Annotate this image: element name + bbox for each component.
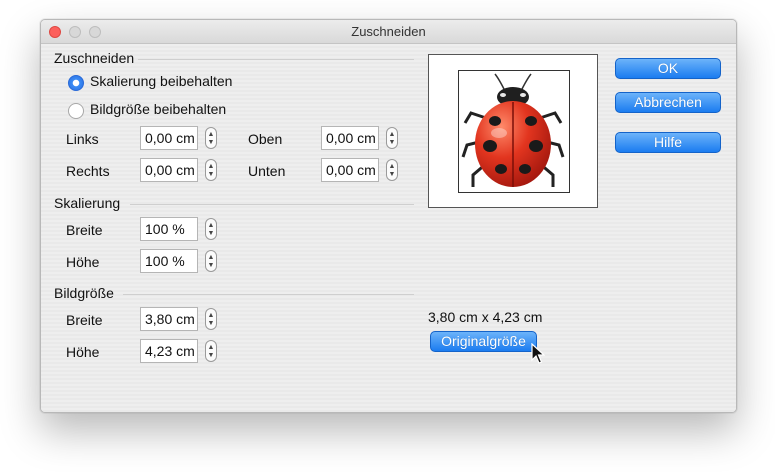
- scale-height-input[interactable]: 100 %: [140, 249, 198, 273]
- chevron-down-icon: ▼: [207, 139, 215, 146]
- chevron-up-icon: ▲: [207, 254, 215, 261]
- chevron-down-icon: ▼: [207, 320, 215, 327]
- chevron-down-icon: ▼: [207, 230, 215, 237]
- chevron-up-icon: ▲: [207, 163, 215, 170]
- left-label: Links: [66, 131, 99, 147]
- crop-frame: [458, 70, 570, 193]
- ladybug-image: [461, 73, 565, 187]
- chevron-down-icon: ▼: [388, 171, 396, 178]
- scale-height-label: Höhe: [66, 254, 100, 270]
- window-title: Zuschneiden: [351, 24, 426, 39]
- chevron-up-icon: ▲: [207, 131, 215, 138]
- size-width-label: Breite: [66, 312, 103, 328]
- chevron-up-icon: ▲: [207, 344, 215, 351]
- title-bar: Zuschneiden: [41, 20, 736, 44]
- keep-size-radio[interactable]: [68, 103, 84, 119]
- scale-section-divider: [130, 204, 414, 205]
- scale-width-label: Breite: [66, 222, 103, 238]
- right-stepper[interactable]: ▲ ▼: [205, 159, 217, 181]
- left-input[interactable]: 0,00 cm: [140, 126, 198, 150]
- keep-size-label[interactable]: Bildgröße beibehalten: [90, 101, 226, 117]
- arrow-pointer-icon: [531, 343, 545, 364]
- size-height-input[interactable]: 4,23 cm: [140, 339, 198, 363]
- top-input[interactable]: 0,00 cm: [321, 126, 379, 150]
- bottom-label: Unten: [248, 163, 286, 179]
- dialog-content: Zuschneiden Skalierung beibehalten Bildg…: [41, 44, 736, 412]
- original-size-button[interactable]: Originalgröße: [430, 331, 537, 352]
- scale-width-stepper[interactable]: ▲ ▼: [205, 218, 217, 240]
- crop-section-divider: [138, 59, 414, 60]
- keep-scale-radio[interactable]: [68, 75, 84, 91]
- cancel-button[interactable]: Abbrechen: [615, 92, 721, 113]
- imagesize-section-divider: [123, 294, 414, 295]
- size-height-label: Höhe: [66, 344, 100, 360]
- left-stepper[interactable]: ▲ ▼: [205, 127, 217, 149]
- chevron-down-icon: ▼: [388, 139, 396, 146]
- original-size-text: 3,80 cm x 4,23 cm: [428, 309, 543, 325]
- scale-section-heading: Skalierung: [54, 195, 121, 211]
- scale-width-input[interactable]: 100 %: [140, 217, 198, 241]
- image-preview: [428, 54, 598, 208]
- right-input[interactable]: 0,00 cm: [140, 158, 198, 182]
- chevron-up-icon: ▲: [388, 163, 396, 170]
- chevron-up-icon: ▲: [207, 312, 215, 319]
- scale-height-stepper[interactable]: ▲ ▼: [205, 250, 217, 272]
- top-stepper[interactable]: ▲ ▼: [386, 127, 398, 149]
- size-height-stepper[interactable]: ▲ ▼: [205, 340, 217, 362]
- crop-section-heading: Zuschneiden: [54, 50, 135, 66]
- size-width-input[interactable]: 3,80 cm: [140, 307, 198, 331]
- imagesize-section-heading: Bildgröße: [54, 285, 114, 301]
- chevron-down-icon: ▼: [207, 352, 215, 359]
- bottom-stepper[interactable]: ▲ ▼: [386, 159, 398, 181]
- chevron-up-icon: ▲: [388, 131, 396, 138]
- chevron-down-icon: ▼: [207, 262, 215, 269]
- right-label: Rechts: [66, 163, 110, 179]
- top-label: Oben: [248, 131, 283, 147]
- help-button[interactable]: Hilfe: [615, 132, 721, 153]
- ok-button[interactable]: OK: [615, 58, 721, 79]
- bottom-input[interactable]: 0,00 cm: [321, 158, 379, 182]
- keep-scale-label[interactable]: Skalierung beibehalten: [90, 73, 232, 89]
- chevron-up-icon: ▲: [207, 222, 215, 229]
- size-width-stepper[interactable]: ▲ ▼: [205, 308, 217, 330]
- crop-dialog: Zuschneiden Zuschneiden Skalierung beibe…: [40, 19, 737, 413]
- chevron-down-icon: ▼: [207, 171, 215, 178]
